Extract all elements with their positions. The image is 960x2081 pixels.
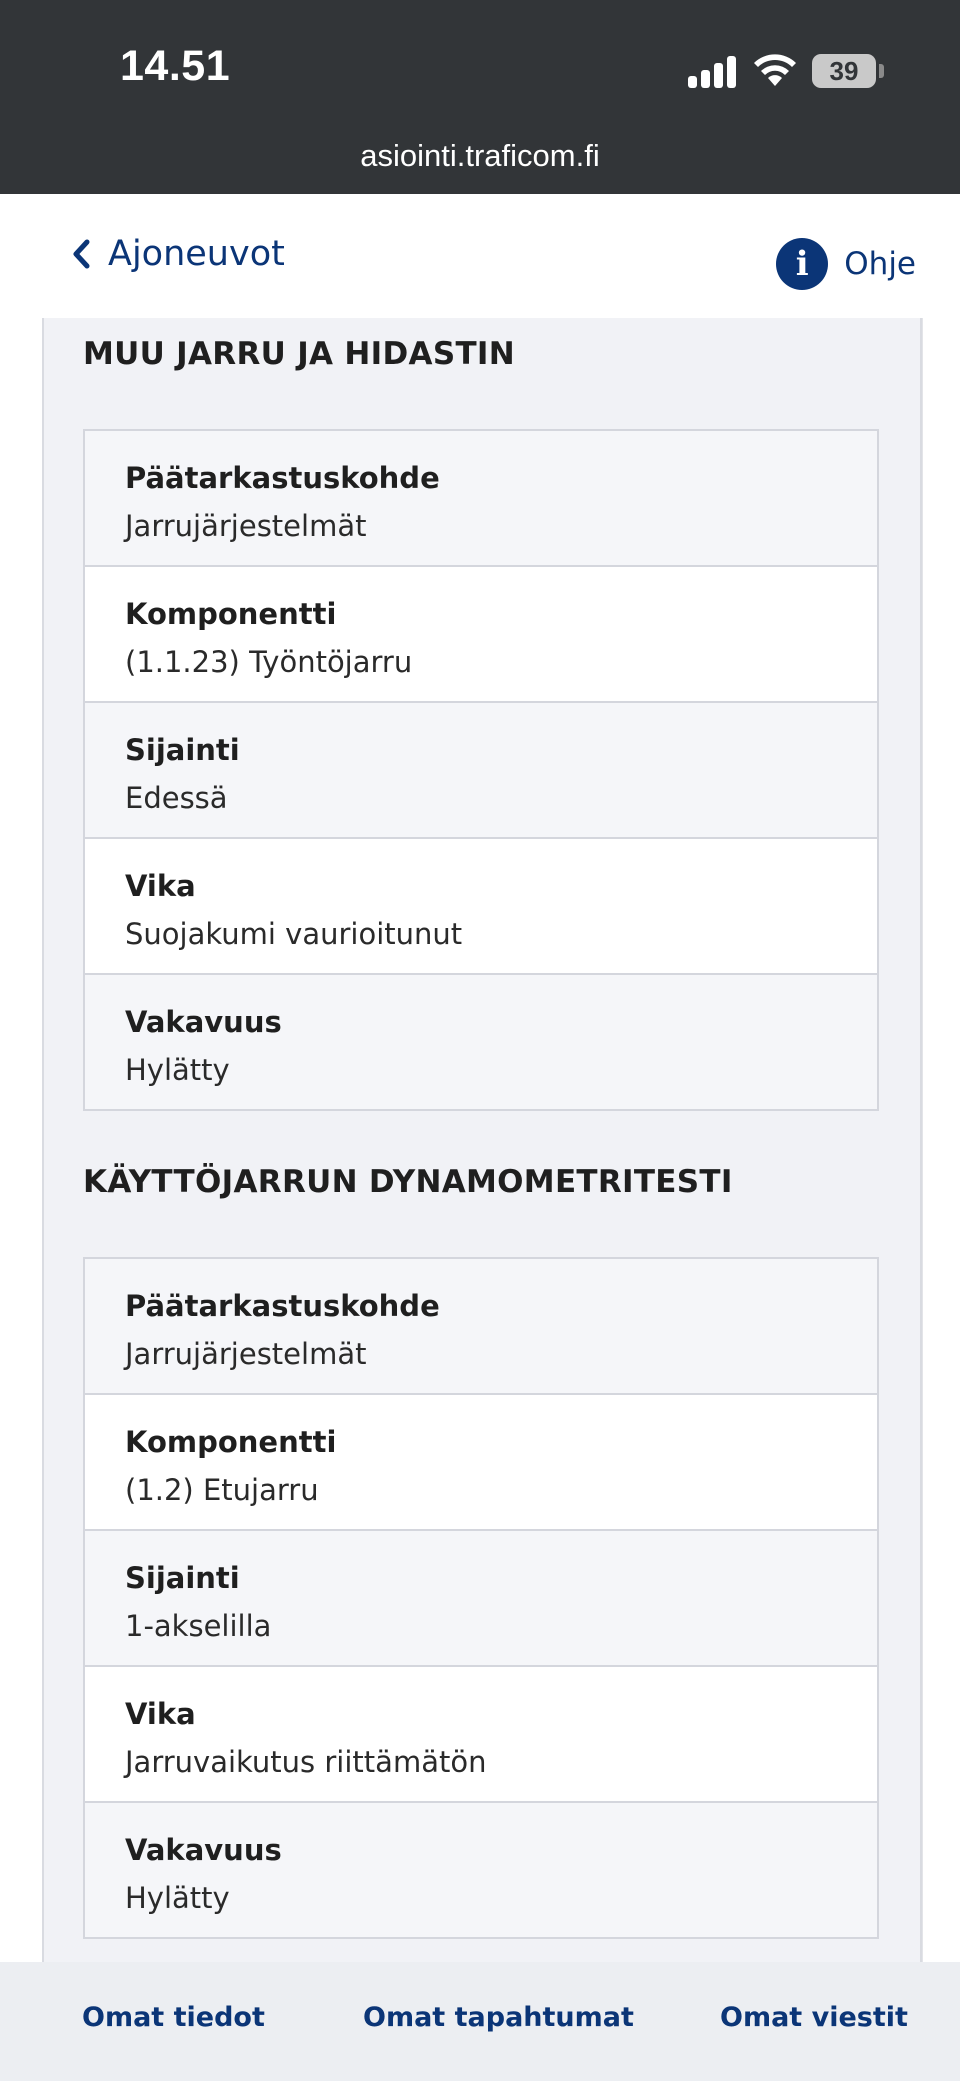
nav-omat-viestit[interactable]: Omat viestit	[720, 2002, 908, 2033]
help-button[interactable]: i Ohje	[776, 238, 916, 290]
adjacent-card-edge	[922, 318, 960, 1962]
row-label: Vakavuus	[125, 1833, 282, 1867]
battery-cap	[879, 64, 884, 78]
inspection-card: Päätarkastuskohde Jarrujärjestelmät Komp…	[83, 429, 879, 1111]
back-link-label: Ajoneuvot	[108, 234, 285, 274]
nav-omat-tapahtumat[interactable]: Omat tapahtumat	[363, 2002, 634, 2033]
clock: 14.51	[120, 42, 231, 90]
row-label: Vakavuus	[125, 1005, 282, 1039]
inspection-card: Päätarkastuskohde Jarrujärjestelmät Komp…	[83, 1257, 879, 1939]
row-value: Hylätty	[125, 1053, 230, 1087]
row-value: (1.2) Etujarru	[125, 1473, 319, 1507]
row-label: Vika	[125, 1697, 196, 1731]
card-row: Päätarkastuskohde Jarrujärjestelmät	[85, 431, 877, 567]
cellular-signal-icon	[688, 56, 738, 88]
card-row: Sijainti 1-akselilla	[85, 1531, 877, 1667]
bottom-navigation: Omat tiedot Omat tapahtumat Omat viestit	[0, 1962, 960, 2081]
card-row: Vika Jarruvaikutus riittämätön	[85, 1667, 877, 1803]
row-label: Päätarkastuskohde	[125, 1289, 440, 1323]
row-value: Jarrujärjestelmät	[125, 509, 367, 543]
info-icon: i	[776, 238, 829, 290]
row-value: 1-akselilla	[125, 1609, 272, 1643]
row-value: Edessä	[125, 781, 228, 815]
wifi-icon	[754, 54, 796, 86]
row-value: (1.1.23) Työntöjarru	[125, 645, 413, 679]
section-title: KÄYTTÖJARRUN DYNAMOMETRITESTI	[83, 1164, 733, 1200]
page-header: Ajoneuvot i Ohje	[0, 194, 960, 318]
row-label: Sijainti	[125, 733, 240, 767]
help-label: Ohje	[844, 246, 916, 282]
card-row: Vakavuus Hylätty	[85, 975, 877, 1109]
card-row: Sijainti Edessä	[85, 703, 877, 839]
address-bar-url[interactable]: asiointi.traficom.fi	[0, 138, 960, 174]
battery-icon: 39	[812, 54, 876, 88]
nav-omat-tiedot[interactable]: Omat tiedot	[82, 2002, 265, 2033]
back-link[interactable]: Ajoneuvot	[70, 234, 285, 274]
section-title: MUU JARRU JA HIDASTIN	[83, 336, 515, 372]
card-row: Vakavuus Hylätty	[85, 1803, 877, 1937]
card-row: Komponentti (1.1.23) Työntöjarru	[85, 567, 877, 703]
card-row: Komponentti (1.2) Etujarru	[85, 1395, 877, 1531]
row-value: Hylätty	[125, 1881, 230, 1915]
row-label: Komponentti	[125, 1425, 337, 1459]
row-label: Vika	[125, 869, 196, 903]
row-value: Jarruvaikutus riittämätön	[125, 1745, 487, 1779]
row-value: Suojakumi vaurioitunut	[125, 917, 463, 951]
row-label: Sijainti	[125, 1561, 240, 1595]
card-row: Päätarkastuskohde Jarrujärjestelmät	[85, 1259, 877, 1395]
chevron-left-icon	[73, 239, 90, 269]
card-row: Vika Suojakumi vaurioitunut	[85, 839, 877, 975]
status-bar: 14.51 39 asiointi.traficom.fi	[0, 0, 960, 194]
row-label: Päätarkastuskohde	[125, 461, 440, 495]
row-label: Komponentti	[125, 597, 337, 631]
row-value: Jarrujärjestelmät	[125, 1337, 367, 1371]
